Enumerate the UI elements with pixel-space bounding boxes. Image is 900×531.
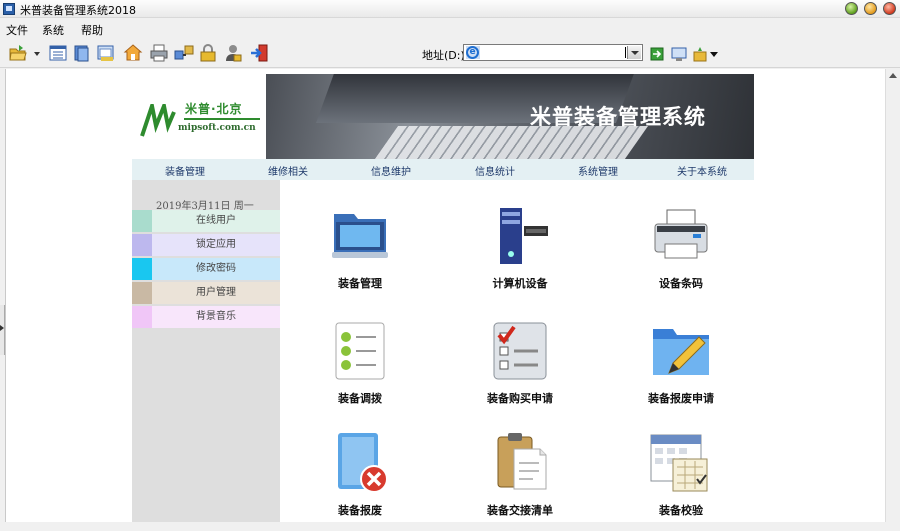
window-title: 米普装备管理系统2018 [20,4,136,17]
user-lock-icon[interactable] [223,43,243,63]
menu-system[interactable]: 系统 [42,22,64,38]
checkbox-form-icon [493,322,547,380]
nav-repair[interactable]: 维修相关 [268,163,308,178]
app-equipment-management[interactable]: 装备管理 [295,204,425,304]
nav-equipment[interactable]: 装备管理 [165,163,205,178]
lock-icon[interactable] [198,43,218,63]
nav-about[interactable]: 关于本系统 [677,163,727,178]
list-view-icon[interactable] [48,43,68,63]
app-barcode[interactable]: 设备条码 [616,204,746,304]
app-label: 装备管理 [338,277,382,290]
sidebar-item-label: 修改密码 [152,258,280,280]
title-bar: 米普装备管理系统2018 [0,0,900,18]
sidebar-swatch [132,234,152,256]
vertical-scrollbar[interactable] [885,69,900,522]
open-folder-icon[interactable] [8,43,28,63]
sidebar-item-label: 用户管理 [152,282,280,304]
ie-icon: e [466,46,479,59]
dropdown-arrow-icon[interactable] [32,43,42,63]
app-equipment-scrap[interactable]: 装备报废 [295,431,425,531]
go-icon[interactable] [650,47,664,61]
window-list-icon[interactable] [96,43,116,63]
sidebar-item-background-music[interactable]: 背景音乐 [132,306,280,328]
app-label: 装备报废申请 [648,392,714,405]
sidebar-item-lock-app[interactable]: 锁定应用 [132,234,280,256]
exit-icon[interactable] [249,43,269,63]
favorites-icon[interactable] [692,46,708,62]
app-label: 装备购买申请 [487,392,553,405]
sidebar-item-label: 背景音乐 [152,306,280,328]
scroll-up-arrow-icon[interactable] [889,73,897,78]
toolbar: 地址(D:) e [0,38,900,68]
sidebar-item-user-management[interactable]: 用户管理 [132,282,280,304]
menu-help[interactable]: 帮助 [81,22,103,38]
logo-url: mipsoft.com.cn [178,123,256,133]
close-button[interactable] [883,2,896,15]
menu-bar: 文件 系统 帮助 [0,18,900,38]
favorites-dropdown-icon[interactable] [709,46,719,62]
address-input[interactable]: e [463,44,643,61]
app-icon [3,3,15,15]
app-computer-equipment[interactable]: 计算机设备 [455,204,585,304]
delete-document-icon [338,433,388,493]
sidebar-swatch [132,306,152,328]
sidebar-item-label: 在线用户 [152,210,280,232]
book-icon[interactable] [72,43,92,63]
address-label: 地址(D:) [422,49,465,62]
app-handover-list[interactable]: 装备交接清单 [455,431,585,531]
banner-image: 米普装备管理系统 [266,74,754,159]
printer-icon[interactable] [149,43,169,63]
menu-file[interactable]: 文件 [6,22,28,38]
app-equipment-transfer[interactable]: 装备调拨 [295,319,425,419]
sidebar-item-change-password[interactable]: 修改密码 [132,258,280,280]
minimize-button[interactable] [845,2,858,15]
sidebar: 2019年3月11日 周一 在线用户 锁定应用 修改密码 用户管理 背景音乐 [132,180,280,522]
printer-icon [654,209,708,259]
sidebar-swatch [132,258,152,280]
application-window: 米普装备管理系统2018 文件 系统 帮助 地址(D:) e 米普·北京 mip… [0,0,900,522]
logo-name: 米普·北京 [185,102,243,116]
app-label: 装备交接清单 [487,504,553,517]
app-label: 装备调拨 [338,392,382,405]
home-icon[interactable] [123,43,143,63]
banner: 米普·北京 mipsoft.com.cn 米普装备管理系统 [132,74,754,159]
checklist-icon [335,322,385,380]
folder-pencil-icon [653,329,709,375]
app-label: 装备报废 [338,504,382,517]
main-nav: 装备管理 维修相关 信息维护 信息统计 系统管理 关于本系统 [132,159,754,180]
nav-info-maintenance[interactable]: 信息维护 [371,163,411,178]
monitor-icon[interactable] [671,46,687,62]
app-label: 装备校验 [659,504,703,517]
folder-laptop-icon [332,214,388,258]
sidebar-item-online-users[interactable]: 在线用户 [132,210,280,232]
sidebar-swatch [132,210,152,232]
app-scrap-request[interactable]: 装备报废申请 [616,319,746,419]
app-label: 计算机设备 [492,277,548,290]
app-purchase-request[interactable]: 装备购买申请 [455,319,585,419]
app-equipment-verification[interactable]: 装备校验 [616,431,746,531]
network-icon[interactable] [174,43,194,63]
nav-system[interactable]: 系统管理 [578,163,618,178]
app-label: 设备条码 [659,277,703,290]
clipboard-icon [497,433,547,490]
sidebar-item-label: 锁定应用 [152,234,280,256]
calendar-icon [650,434,708,492]
logo: 米普·北京 mipsoft.com.cn [132,74,266,159]
sidebar-swatch [132,282,152,304]
banner-title: 米普装备管理系统 [530,105,706,129]
content-area: 米普·北京 mipsoft.com.cn 米普装备管理系统 装备管理 维修相关 … [5,69,885,522]
server-icon [500,208,548,264]
address-dropdown-button[interactable] [627,46,641,59]
maximize-button[interactable] [864,2,877,15]
nav-statistics[interactable]: 信息统计 [475,163,515,178]
mipsoft-logo-icon [140,104,176,137]
